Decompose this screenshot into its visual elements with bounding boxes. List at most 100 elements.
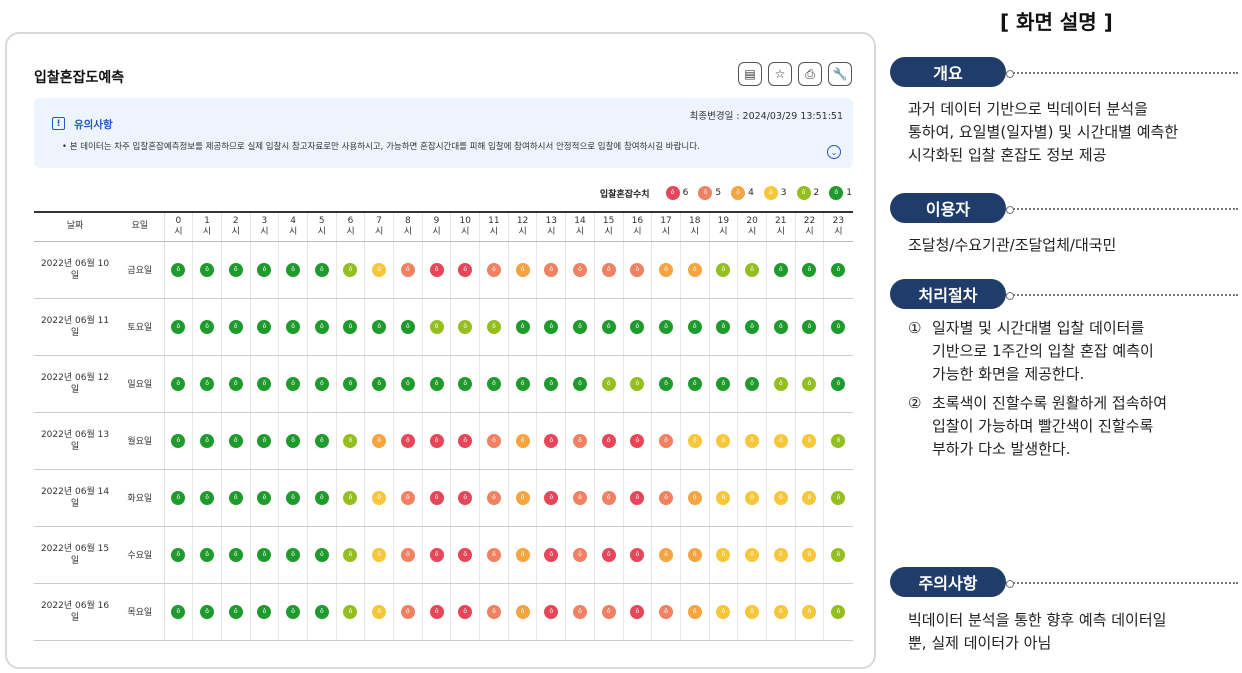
congestion-dot-level-2: ô xyxy=(831,490,846,505)
congestion-dot-level-1: ô xyxy=(458,376,473,391)
congestion-dot-level-5: ô xyxy=(486,490,501,505)
congestion-dot-level-5: ô xyxy=(659,433,674,448)
congestion-dot-level-5: ô xyxy=(486,262,501,277)
hour-cell: ô xyxy=(335,355,365,413)
hour-cell: ô xyxy=(192,412,222,470)
congestion-dot-level-1: ô xyxy=(716,319,731,334)
hour-cell: ô xyxy=(364,298,394,356)
hour-cell: ô xyxy=(679,583,710,641)
hour-cell: ô xyxy=(450,469,480,527)
congestion-dot-level-5: ô xyxy=(630,262,645,277)
hour-suffix: 시 xyxy=(231,226,240,237)
hour-cell: ô xyxy=(335,469,365,527)
congestion-dot-level-2: ô xyxy=(773,376,788,391)
notice-title: 유의사항 xyxy=(74,119,113,131)
users-text: 조달청/수요기관/조달업체/대국민 xyxy=(908,236,1117,254)
step-line: 입찰이 가능하며 빨간색이 진할수록 xyxy=(932,417,1154,435)
congestion-dot-level-6: ô xyxy=(429,490,444,505)
congestion-dot-level-6: ô xyxy=(400,433,415,448)
hour-cell: ô xyxy=(364,469,394,527)
congestion-dot-level-6: ô xyxy=(458,262,473,277)
legend-label: 2 xyxy=(813,188,820,198)
hour-cell: ô xyxy=(765,526,796,584)
hour-cell: ô xyxy=(565,583,595,641)
hour-cell: ô xyxy=(708,469,738,527)
hour-cell: ô xyxy=(278,469,308,527)
congestion-dot-level-3: ô xyxy=(372,547,387,562)
row-date: 2022년 06월 12일 xyxy=(34,355,116,413)
congestion-dot-level-5: ô xyxy=(572,604,587,619)
hour-cell: ô xyxy=(220,583,251,641)
congestion-dot-level-1: ô xyxy=(200,433,215,448)
congestion-dot-level-5: ô xyxy=(544,262,559,277)
hour-cell: ô xyxy=(651,241,681,299)
hour-cell: ô xyxy=(364,241,394,299)
hour-cell: ô xyxy=(507,583,537,641)
star-icon: ☆ xyxy=(774,67,786,81)
header-hour: 20 시 xyxy=(737,211,767,242)
hour-cell: ô xyxy=(737,583,767,641)
hour-cell: ô xyxy=(622,355,652,413)
congestion-dot-level-1: ô xyxy=(630,319,645,334)
bookmark-list-button[interactable]: ▤ xyxy=(738,62,762,86)
hour-cell: ô xyxy=(794,241,824,299)
legend-title: 입찰혼잡수치 xyxy=(599,189,650,200)
overview-line: 시각화된 입찰 혼잡도 정보 제공 xyxy=(908,146,1107,164)
hour-cell: ô xyxy=(249,355,279,413)
hour-cell: ô xyxy=(565,355,595,413)
step-line: 부하가 다소 발생한다. xyxy=(932,440,1071,458)
hour-number: 11 xyxy=(488,215,500,226)
congestion-dot-level-1: ô xyxy=(745,319,760,334)
hour-cell: ô xyxy=(364,526,394,584)
congestion-dot-level-4: ô xyxy=(515,604,530,619)
header-hour: 17 시 xyxy=(651,211,681,242)
notice-expand-button[interactable]: ⌄ xyxy=(827,145,841,159)
header-hour: 12 시 xyxy=(507,211,537,242)
congestion-dot-level-1: ô xyxy=(171,433,186,448)
congestion-dot-level-1: ô xyxy=(659,376,674,391)
congestion-dot-level-1: ô xyxy=(228,319,243,334)
hour-cell: ô xyxy=(679,526,710,584)
congestion-dot-level-2: ô xyxy=(831,433,846,448)
header-hour: 7시 xyxy=(364,211,394,242)
hour-cell: ô xyxy=(249,469,279,527)
header-hour: 6시 xyxy=(335,211,365,242)
congestion-dot-level-6: ô xyxy=(601,547,616,562)
congestion-dot-level-1: ô xyxy=(343,376,358,391)
congestion-dot-level-1: ô xyxy=(286,262,301,277)
hour-cell: ô xyxy=(622,469,652,527)
favorite-button[interactable]: ☆ xyxy=(768,62,792,86)
header-hour: 3시 xyxy=(249,211,279,242)
congestion-dot-level-1: ô xyxy=(228,262,243,277)
congestion-dot-level-1: ô xyxy=(773,319,788,334)
header-hour: 16 시 xyxy=(622,211,652,242)
congestion-dot-level-3: ô xyxy=(716,547,731,562)
header-hour: 0시 xyxy=(163,211,193,242)
hour-cell: ô xyxy=(708,583,738,641)
congestion-dot-level-1: ô xyxy=(343,319,358,334)
hour-number: 17 xyxy=(660,215,672,226)
congestion-dot-level-3: ô xyxy=(716,433,731,448)
congestion-dot-level-6: ô xyxy=(630,604,645,619)
hour-cell: ô xyxy=(679,355,710,413)
hour-cell: ô xyxy=(249,298,279,356)
hour-cell: ô xyxy=(364,583,394,641)
hour-cell: ô xyxy=(794,298,824,356)
hour-number: 18 xyxy=(688,215,701,226)
print-button[interactable]: ⎙ xyxy=(798,62,822,86)
congestion-dot-level-6: ô xyxy=(544,604,559,619)
hour-cell: ô xyxy=(737,412,767,470)
hour-cell: ô xyxy=(679,412,710,470)
hour-cell: ô xyxy=(306,526,337,584)
hour-cell: ô xyxy=(393,526,423,584)
congestion-dot-level-1: ô xyxy=(831,262,846,277)
hour-suffix: 시 xyxy=(518,226,527,237)
congestion-dot-level-1: ô xyxy=(601,319,616,334)
congestion-dot-level-5: ô xyxy=(572,433,587,448)
congestion-dot-level-1: ô xyxy=(286,604,301,619)
congestion-dot-level-1: ô xyxy=(429,376,444,391)
hour-suffix: 시 xyxy=(719,226,728,237)
settings-button[interactable]: 🔧 xyxy=(828,62,852,86)
overview-text: 과거 데이터 기반으로 빅데이터 분석을 통하여, 요일별(일자별) 및 시간대… xyxy=(908,98,1178,167)
congestion-dot-level-4: ô xyxy=(687,262,702,277)
